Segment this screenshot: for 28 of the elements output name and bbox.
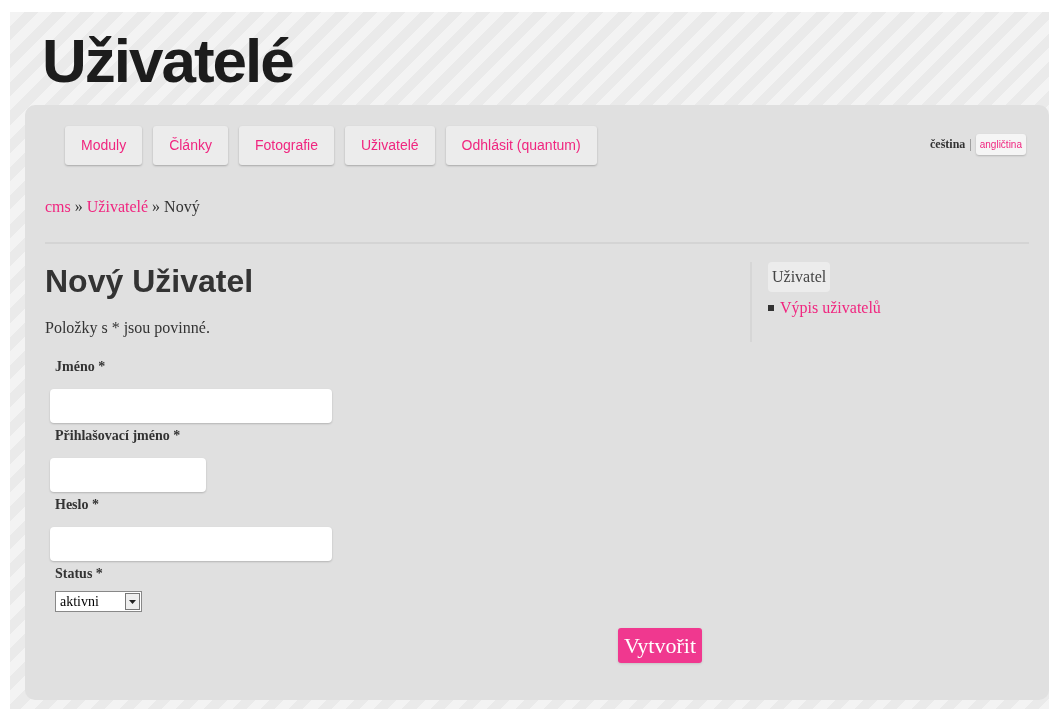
language-link[interactable]: angličtina — [975, 133, 1026, 155]
site-title: Uživatelé — [42, 26, 293, 96]
field-label: Jméno * — [55, 358, 106, 376]
nav-tab[interactable]: Uživatelé — [345, 126, 435, 165]
required-note: Položky s * jsou povinné. — [45, 318, 210, 339]
separator: | — [969, 136, 972, 153]
sidebar-link[interactable]: Výpis uživatelů — [780, 296, 881, 320]
input-field[interactable] — [50, 527, 332, 561]
nav-tab[interactable]: Odhlásit (quantum) — [445, 126, 597, 165]
field-label: Status * — [55, 565, 103, 583]
input-field[interactable] — [50, 389, 332, 423]
status-dropdown[interactable]: aktivni — [55, 591, 142, 612]
breadcrumb-link[interactable]: cms — [45, 195, 71, 219]
create-button[interactable]: Vytvořit — [617, 628, 702, 663]
breadcrumb-separator: » — [152, 197, 161, 217]
input-field[interactable] — [50, 458, 206, 492]
bullet-icon — [768, 305, 774, 311]
page-heading: Nový Uživatel — [45, 262, 254, 300]
breadcrumb-link[interactable]: Uživatelé — [86, 195, 149, 219]
field-label: Heslo * — [55, 496, 99, 514]
sidebar-title: Uživatel — [768, 262, 831, 292]
field-label: Přihlašovací jméno * — [55, 427, 181, 445]
nav-tab[interactable]: Moduly — [65, 126, 143, 165]
language-link[interactable]: čeština — [930, 135, 966, 153]
nav-tab[interactable]: Fotografie — [238, 126, 334, 165]
breadcrumb-current: Nový — [164, 197, 200, 218]
nav-tab[interactable]: Články — [153, 126, 228, 165]
breadcrumb-separator: » — [74, 197, 83, 217]
